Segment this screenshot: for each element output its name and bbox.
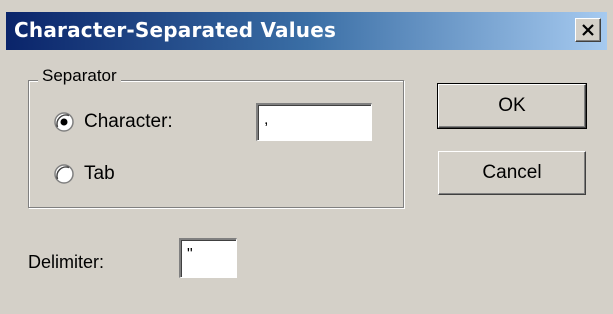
separator-legend: Separator — [38, 66, 121, 86]
radio-unselected-icon[interactable] — [54, 164, 74, 184]
title-bar[interactable]: Character-Separated Values — [6, 12, 607, 50]
radio-character-label: Character: — [84, 111, 173, 132]
delimiter-input-value: " — [187, 246, 193, 263]
character-input-value: , — [264, 111, 269, 128]
character-input[interactable]: , — [256, 103, 372, 141]
window-title: Character-Separated Values — [14, 18, 337, 42]
ok-button-label: OK — [498, 95, 526, 116]
cancel-button[interactable]: Cancel — [438, 151, 586, 195]
delimiter-label: Delimiter: — [28, 252, 105, 272]
radio-character[interactable]: Character: — [54, 111, 173, 133]
close-button[interactable] — [575, 18, 601, 42]
cancel-button-label: Cancel — [482, 162, 542, 183]
radio-selected-icon[interactable] — [54, 112, 74, 132]
radio-tab-label: Tab — [84, 163, 115, 184]
close-icon — [582, 24, 594, 36]
delimiter-input[interactable]: " — [179, 238, 237, 278]
csv-dialog: Character-Separated Values Separator Cha… — [0, 0, 613, 314]
ok-button[interactable]: OK — [437, 83, 587, 129]
separator-groupbox — [28, 80, 404, 208]
radio-tab[interactable]: Tab — [54, 163, 115, 185]
